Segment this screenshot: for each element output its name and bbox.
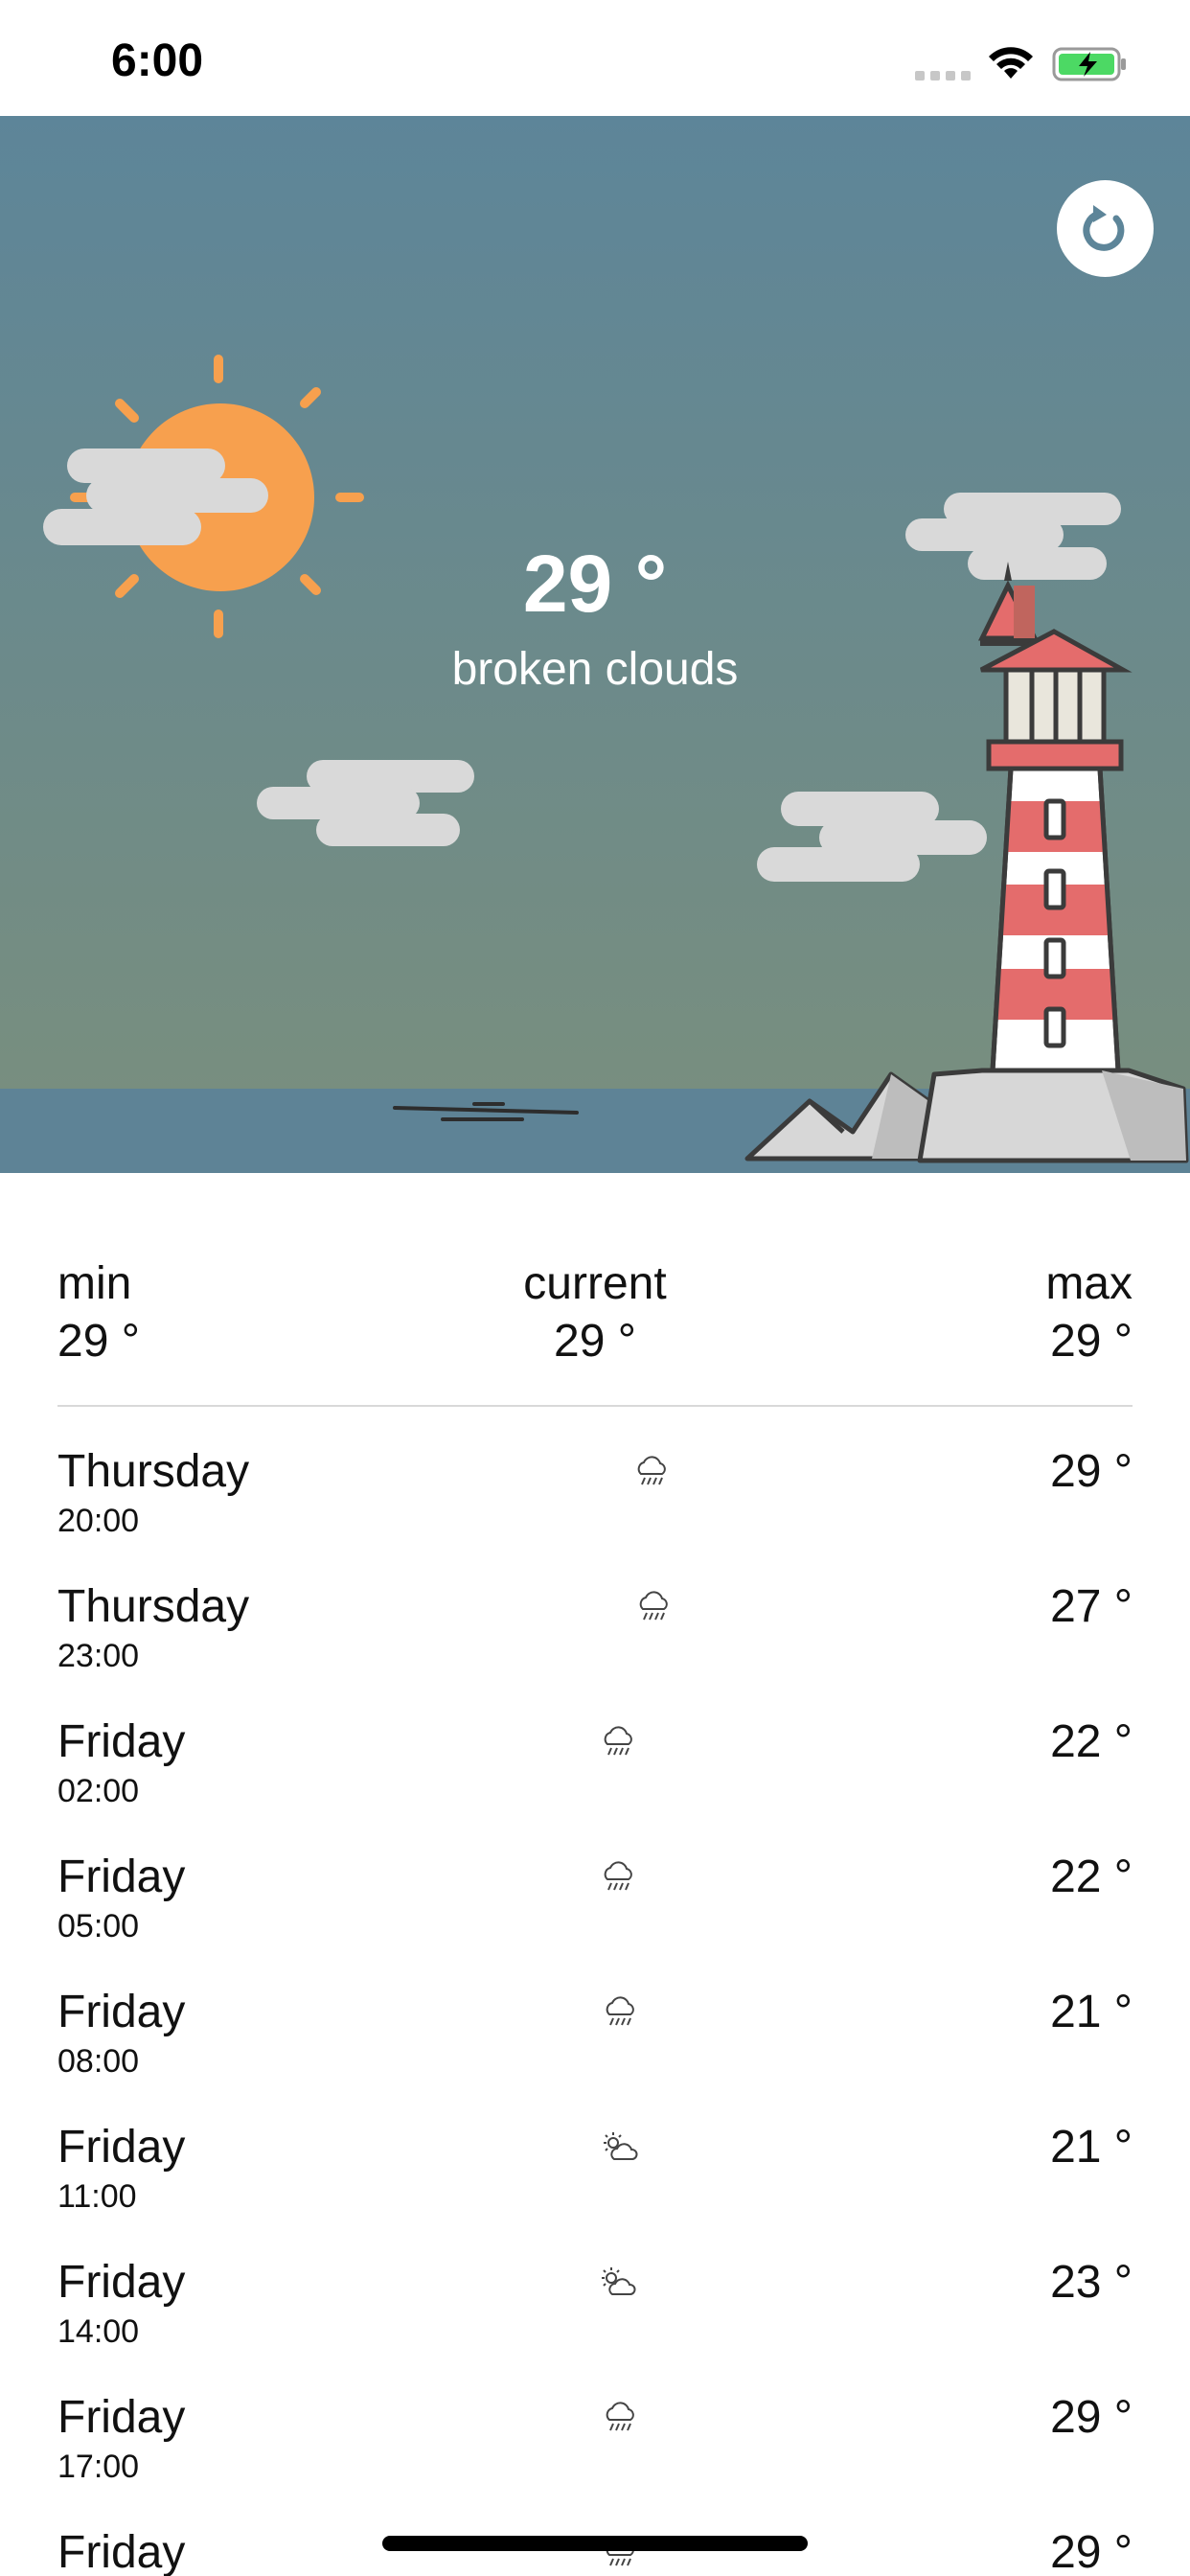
forecast-time: 20:00 bbox=[57, 1503, 140, 1539]
forecast-time: 11:00 bbox=[57, 2178, 137, 2215]
forecast-time: 14:00 bbox=[57, 2313, 140, 2350]
forecast-temp: 22 ° bbox=[1050, 1716, 1133, 1767]
forecast-temp: 21 ° bbox=[1050, 2122, 1133, 2173]
list-item: Friday 05:00 22 ° bbox=[57, 1843, 1133, 1978]
list-item: Thursday 20:00 29 ° bbox=[57, 1438, 1133, 1573]
forecast-day: Friday bbox=[57, 1852, 186, 1902]
current-value: 29 ° bbox=[554, 1316, 636, 1367]
list-item: Friday 14:00 23 ° bbox=[57, 2248, 1133, 2383]
forecast-day: Friday bbox=[57, 2122, 186, 2173]
forecast-temp: 23 ° bbox=[1050, 2257, 1133, 2308]
forecast-day: Thursday bbox=[57, 1446, 250, 1497]
forecast-day: Friday bbox=[57, 2392, 186, 2443]
list-item: Friday 17:00 29 ° bbox=[57, 2383, 1133, 2518]
max-label: max bbox=[1045, 1258, 1133, 1309]
home-indicator[interactable] bbox=[382, 2536, 808, 2551]
forecast-time: 23:00 bbox=[57, 1638, 140, 1674]
forecast-day: Friday bbox=[57, 2527, 186, 2576]
max-value: 29 ° bbox=[1050, 1316, 1133, 1367]
forecast-temp: 21 ° bbox=[1050, 1987, 1133, 2037]
forecast-temp: 22 ° bbox=[1050, 1852, 1133, 1902]
rain-cloud-icon bbox=[604, 1726, 632, 1756]
list-item: Friday 11:00 21 ° bbox=[57, 2113, 1133, 2248]
forecast-time: 17:00 bbox=[57, 2449, 140, 2485]
divider bbox=[57, 1405, 1133, 1407]
forecast-time: 02:00 bbox=[57, 1773, 140, 1809]
weather-description: broken clouds bbox=[451, 644, 739, 695]
weather-hero: 29 ° broken clouds bbox=[0, 116, 1190, 1173]
partly-sunny-icon bbox=[604, 2132, 638, 2160]
rain-cloud-icon bbox=[606, 1996, 634, 2026]
status-bar: 6:00 bbox=[0, 0, 1190, 116]
forecast-day: Friday bbox=[57, 1716, 186, 1767]
partly-sunny-icon bbox=[602, 2267, 636, 2295]
current-temperature-summary: current 29 ° bbox=[57, 1255, 1133, 1370]
battery-charging-icon bbox=[1052, 47, 1126, 81]
forecast-temp: 29 ° bbox=[1050, 2392, 1133, 2443]
forecast-day: Friday bbox=[57, 2257, 186, 2308]
max-temperature: max 29 ° bbox=[1045, 1255, 1133, 1370]
status-time: 6:00 bbox=[111, 35, 204, 86]
wifi-icon bbox=[989, 47, 1033, 79]
forecast-temp: 29 ° bbox=[1050, 1446, 1133, 1497]
forecast-day: Friday bbox=[57, 1987, 186, 2037]
refresh-button[interactable] bbox=[1057, 180, 1154, 277]
forecast-temp: 29 ° bbox=[1050, 2527, 1133, 2576]
current-temperature: 29 ° bbox=[522, 539, 668, 629]
forecast-time: 08:00 bbox=[57, 2043, 140, 2080]
current-label: current bbox=[523, 1258, 667, 1309]
forecast-day: Thursday bbox=[57, 1581, 250, 1632]
rain-cloud-icon bbox=[639, 1591, 668, 1621]
cellular-signal-icon bbox=[915, 71, 971, 80]
rain-cloud-icon bbox=[606, 2402, 634, 2431]
list-item: Friday 08:00 21 ° bbox=[57, 1978, 1133, 2113]
forecast-temp: 27 ° bbox=[1050, 1581, 1133, 1632]
forecast-time: 05:00 bbox=[57, 1908, 140, 1944]
list-item: Friday 02:00 22 ° bbox=[57, 1708, 1133, 1843]
rain-cloud-icon bbox=[604, 1861, 632, 1891]
temperature-summary: min 29 ° current 29 ° max 29 ° bbox=[57, 1255, 1133, 1380]
refresh-icon bbox=[1082, 204, 1124, 251]
rain-cloud-icon bbox=[637, 1456, 666, 1485]
list-item: Thursday 23:00 27 ° bbox=[57, 1573, 1133, 1708]
